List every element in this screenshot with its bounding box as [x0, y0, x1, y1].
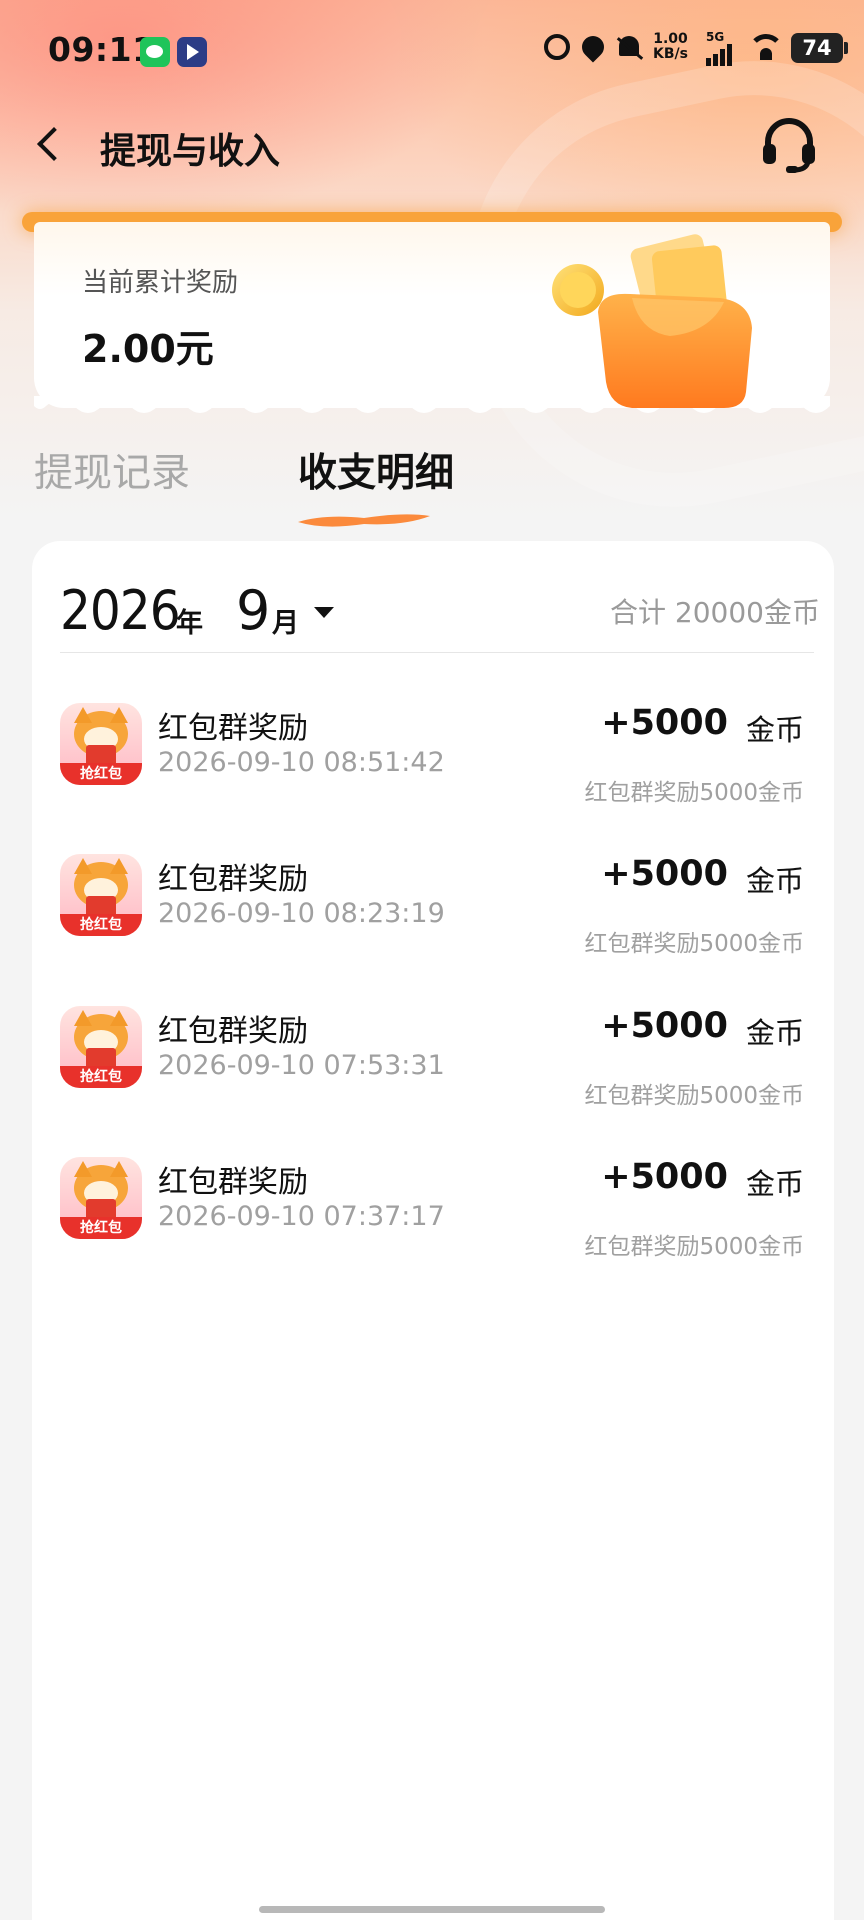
home-indicator[interactable] — [259, 1906, 605, 1913]
mute-bell-icon — [616, 34, 642, 62]
active-tab-indicator — [298, 514, 430, 527]
filter-year-unit: 年 — [176, 608, 203, 639]
signal-icon — [706, 44, 734, 66]
battery-icon: 74 — [791, 33, 848, 63]
wallet-coin-icon — [552, 234, 752, 408]
network-speed: 1.00 KB/s — [653, 31, 688, 62]
transaction-amount: +5000 — [601, 703, 728, 743]
month-filter[interactable]: 2026 年 9 月 合计 20000金币 — [60, 579, 820, 642]
app-header: 提现与收入 — [0, 110, 864, 180]
status-bar: 09:11 1.00 KB/s 5G 74 — [0, 0, 864, 100]
location-icon — [577, 31, 609, 63]
divider — [60, 652, 814, 653]
transaction-row[interactable]: 抢红包 红包群奖励 2026-09-10 07:37:17 +5000 金币 红… — [60, 1157, 814, 1287]
tab-income-details[interactable]: 收支明细 — [298, 442, 454, 498]
filter-year[interactable]: 2026 — [60, 579, 181, 642]
player-icon — [177, 37, 207, 67]
filter-month-unit: 月 — [272, 608, 299, 639]
alarm-icon — [544, 34, 570, 60]
transaction-amount: +5000 — [601, 854, 728, 894]
transaction-desc: 红包群奖励5000金币 — [584, 1234, 804, 1260]
transaction-desc: 红包群奖励5000金币 — [584, 1083, 804, 1109]
tab-withdraw-records[interactable]: 提现记录 — [34, 442, 190, 498]
chevron-left-icon[interactable] — [37, 127, 71, 161]
transaction-unit: 金币 — [745, 864, 804, 898]
status-icons: 1.00 KB/s 5G 74 — [444, 30, 864, 70]
transaction-row[interactable]: 抢红包 红包群奖励 2026-09-10 07:53:31 +5000 金币 红… — [60, 1006, 814, 1136]
transaction-unit: 金币 — [745, 713, 804, 747]
transactions-panel: 2026 年 9 月 合计 20000金币 抢红包 红包群奖励 2026-09-… — [32, 541, 834, 1920]
transaction-title: 红包群奖励 — [158, 1014, 308, 1049]
page-title: 提现与收入 — [100, 131, 281, 172]
transaction-unit: 金币 — [745, 1016, 804, 1050]
wechat-icon — [140, 37, 170, 67]
month-total: 合计 20000金币 — [610, 596, 820, 629]
transaction-row[interactable]: 抢红包 红包群奖励 2026-09-10 08:23:19 +5000 金币 红… — [60, 854, 814, 984]
reward-label: 当前累计奖励 — [82, 268, 239, 298]
headset-icon[interactable] — [760, 116, 818, 174]
transaction-time: 2026-09-10 07:37:17 — [158, 1201, 445, 1232]
transaction-unit: 金币 — [745, 1167, 804, 1201]
red-packet-app-icon: 抢红包 — [60, 1157, 142, 1239]
transaction-time: 2026-09-10 08:23:19 — [158, 898, 445, 929]
transaction-title: 红包群奖励 — [158, 862, 308, 897]
transaction-amount: +5000 — [601, 1157, 728, 1197]
transaction-time: 2026-09-10 07:53:31 — [158, 1050, 445, 1081]
transaction-amount: +5000 — [601, 1006, 728, 1046]
transaction-desc: 红包群奖励5000金币 — [584, 931, 804, 957]
network-type: 5G — [706, 30, 725, 44]
transaction-title: 红包群奖励 — [158, 711, 308, 746]
caret-down-icon[interactable] — [314, 607, 334, 618]
transaction-desc: 红包群奖励5000金币 — [584, 780, 804, 806]
transaction-title: 红包群奖励 — [158, 1165, 308, 1200]
wifi-icon — [748, 34, 784, 62]
filter-month[interactable]: 9 — [236, 579, 270, 642]
transaction-time: 2026-09-10 08:51:42 — [158, 747, 445, 778]
red-packet-app-icon: 抢红包 — [60, 703, 142, 785]
transaction-row[interactable]: 抢红包 红包群奖励 2026-09-10 08:51:42 +5000 金币 红… — [60, 703, 814, 833]
reward-amount: 2.00元 — [82, 327, 214, 371]
red-packet-app-icon: 抢红包 — [60, 1006, 142, 1088]
red-packet-app-icon: 抢红包 — [60, 854, 142, 936]
